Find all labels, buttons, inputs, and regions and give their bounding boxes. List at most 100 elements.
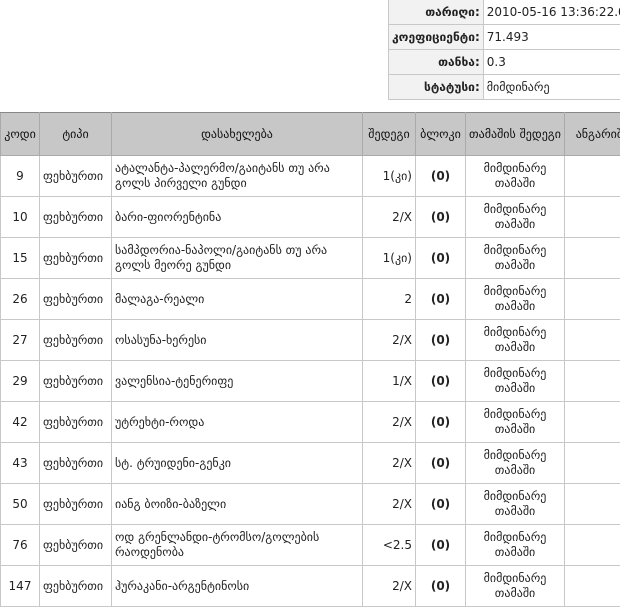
cell-type: ფეხბურთი	[40, 525, 112, 566]
col-header-block: ბლოკი	[416, 113, 466, 156]
table-row: 10ფეხბურთიბარი-ფიორენტინა2/X(0)მიმდინარე…	[1, 197, 620, 238]
cell-type: ფეხბურთი	[40, 484, 112, 525]
bet-info-table: თარიღი:2010-05-16 13:36:22.0კოეფიციენტი:…	[388, 0, 620, 100]
cell-status: მიმდინარე თამაში	[466, 156, 565, 197]
cell-type: ფეხბურთი	[40, 443, 112, 484]
info-row: თარიღი:2010-05-16 13:36:22.0	[389, 0, 620, 25]
col-header-type: ტიპი	[40, 113, 112, 156]
table-row: 42ფეხბურთიუტრეხტი-როდა2/X(0)მიმდინარე თა…	[1, 402, 620, 443]
col-header-result: შედეგი	[363, 113, 416, 156]
info-value: 71.493	[483, 25, 620, 50]
cell-result: 2/X	[363, 443, 416, 484]
info-row: კოეფიციენტი:71.493	[389, 25, 620, 50]
table-row: 26ფეხბურთიმალაგა-რეალი2(0)მიმდინარე თამა…	[1, 279, 620, 320]
bets-table: კოდი ტიპი დასახელება შედეგი ბლოკი თამაში…	[0, 112, 620, 607]
cell-calc	[565, 402, 620, 443]
col-header-code: კოდი	[1, 113, 40, 156]
cell-block: (0)	[416, 361, 466, 402]
cell-calc	[565, 525, 620, 566]
col-header-calc: ანგარიში	[565, 113, 620, 156]
cell-code: 15	[1, 238, 40, 279]
cell-type: ფეხბურთი	[40, 156, 112, 197]
cell-calc	[565, 238, 620, 279]
cell-code: 9	[1, 156, 40, 197]
cell-result: 1/X	[363, 361, 416, 402]
table-row: 15ფეხბურთისამპდორია-ნაპოლი/გაიტანს თუ არ…	[1, 238, 620, 279]
cell-status: მიმდინარე თამაში	[466, 238, 565, 279]
cell-type: ფეხბურთი	[40, 279, 112, 320]
cell-code: 43	[1, 443, 40, 484]
cell-code: 10	[1, 197, 40, 238]
cell-name: ატალანტა-პალერმო/გაიტანს თუ არა გოლს პირ…	[112, 156, 363, 197]
cell-code: 147	[1, 566, 40, 607]
info-label: თარიღი:	[389, 0, 484, 25]
cell-status: მიმდინარე თამაში	[466, 361, 565, 402]
cell-code: 29	[1, 361, 40, 402]
cell-code: 42	[1, 402, 40, 443]
cell-name: იანგ ბოიზი-ბაზელი	[112, 484, 363, 525]
cell-name: უტრეხტი-როდა	[112, 402, 363, 443]
cell-calc	[565, 361, 620, 402]
cell-code: 26	[1, 279, 40, 320]
cell-result: 2/X	[363, 197, 416, 238]
cell-block: (0)	[416, 197, 466, 238]
table-row: 27ფეხბურთიოსასუნა-ხერესი2/X(0)მიმდინარე …	[1, 320, 620, 361]
cell-name: ჰურაკანი-არგენტინოსი	[112, 566, 363, 607]
cell-calc	[565, 279, 620, 320]
cell-calc	[565, 443, 620, 484]
cell-type: ფეხბურთი	[40, 402, 112, 443]
cell-block: (0)	[416, 238, 466, 279]
cell-name: ვალენსია-ტენერიფე	[112, 361, 363, 402]
table-row: 76ფეხბურთიოდ გრენლანდი-ტრომსო/გოლების რა…	[1, 525, 620, 566]
info-row: თანხა:0.3	[389, 50, 620, 75]
cell-status: მიმდინარე თამაში	[466, 402, 565, 443]
info-value: მიმდინარე	[483, 75, 620, 100]
cell-code: 76	[1, 525, 40, 566]
info-value: 0.3	[483, 50, 620, 75]
cell-name: სამპდორია-ნაპოლი/გაიტანს თუ არა გოლს მეო…	[112, 238, 363, 279]
cell-result: 2/X	[363, 566, 416, 607]
cell-name: ოსასუნა-ხერესი	[112, 320, 363, 361]
cell-status: მიმდინარე თამაში	[466, 525, 565, 566]
cell-status: მიმდინარე თამაში	[466, 320, 565, 361]
info-value: 2010-05-16 13:36:22.0	[483, 0, 620, 25]
cell-result: 1(კი)	[363, 156, 416, 197]
cell-status: მიმდინარე თამაში	[466, 566, 565, 607]
cell-block: (0)	[416, 566, 466, 607]
cell-name: ოდ გრენლანდი-ტრომსო/გოლების რაოდენობა	[112, 525, 363, 566]
info-label: კოეფიციენტი:	[389, 25, 484, 50]
table-row: 50ფეხბურთიიანგ ბოიზი-ბაზელი2/X(0)მიმდინა…	[1, 484, 620, 525]
cell-result: 2	[363, 279, 416, 320]
cell-type: ფეხბურთი	[40, 361, 112, 402]
cell-status: მიმდინარე თამაში	[466, 279, 565, 320]
cell-type: ფეხბურთი	[40, 238, 112, 279]
cell-block: (0)	[416, 156, 466, 197]
info-row: სტატუსი:მიმდინარე	[389, 75, 620, 100]
cell-block: (0)	[416, 402, 466, 443]
cell-result: 2/X	[363, 320, 416, 361]
cell-calc	[565, 197, 620, 238]
cell-block: (0)	[416, 443, 466, 484]
cell-name: მალაგა-რეალი	[112, 279, 363, 320]
cell-block: (0)	[416, 320, 466, 361]
table-row: 9ფეხბურთიატალანტა-პალერმო/გაიტანს თუ არა…	[1, 156, 620, 197]
cell-block: (0)	[416, 484, 466, 525]
cell-result: 1(კი)	[363, 238, 416, 279]
info-label: სტატუსი:	[389, 75, 484, 100]
info-label: თანხა:	[389, 50, 484, 75]
cell-type: ფეხბურთი	[40, 320, 112, 361]
cell-result: 2/X	[363, 402, 416, 443]
cell-status: მიმდინარე თამაში	[466, 484, 565, 525]
table-row: 29ფეხბურთივალენსია-ტენერიფე1/X(0)მიმდინა…	[1, 361, 620, 402]
col-header-game-result: თამაშის შედეგი	[466, 113, 565, 156]
cell-type: ფეხბურთი	[40, 566, 112, 607]
col-header-name: დასახელება	[112, 113, 363, 156]
cell-status: მიმდინარე თამაში	[466, 443, 565, 484]
cell-code: 50	[1, 484, 40, 525]
cell-result: 2/X	[363, 484, 416, 525]
cell-calc	[565, 320, 620, 361]
table-row: 147ფეხბურთიჰურაკანი-არგენტინოსი2/X(0)მიმ…	[1, 566, 620, 607]
cell-code: 27	[1, 320, 40, 361]
cell-name: სტ. ტრუიდენი-გენკი	[112, 443, 363, 484]
cell-status: მიმდინარე თამაში	[466, 197, 565, 238]
